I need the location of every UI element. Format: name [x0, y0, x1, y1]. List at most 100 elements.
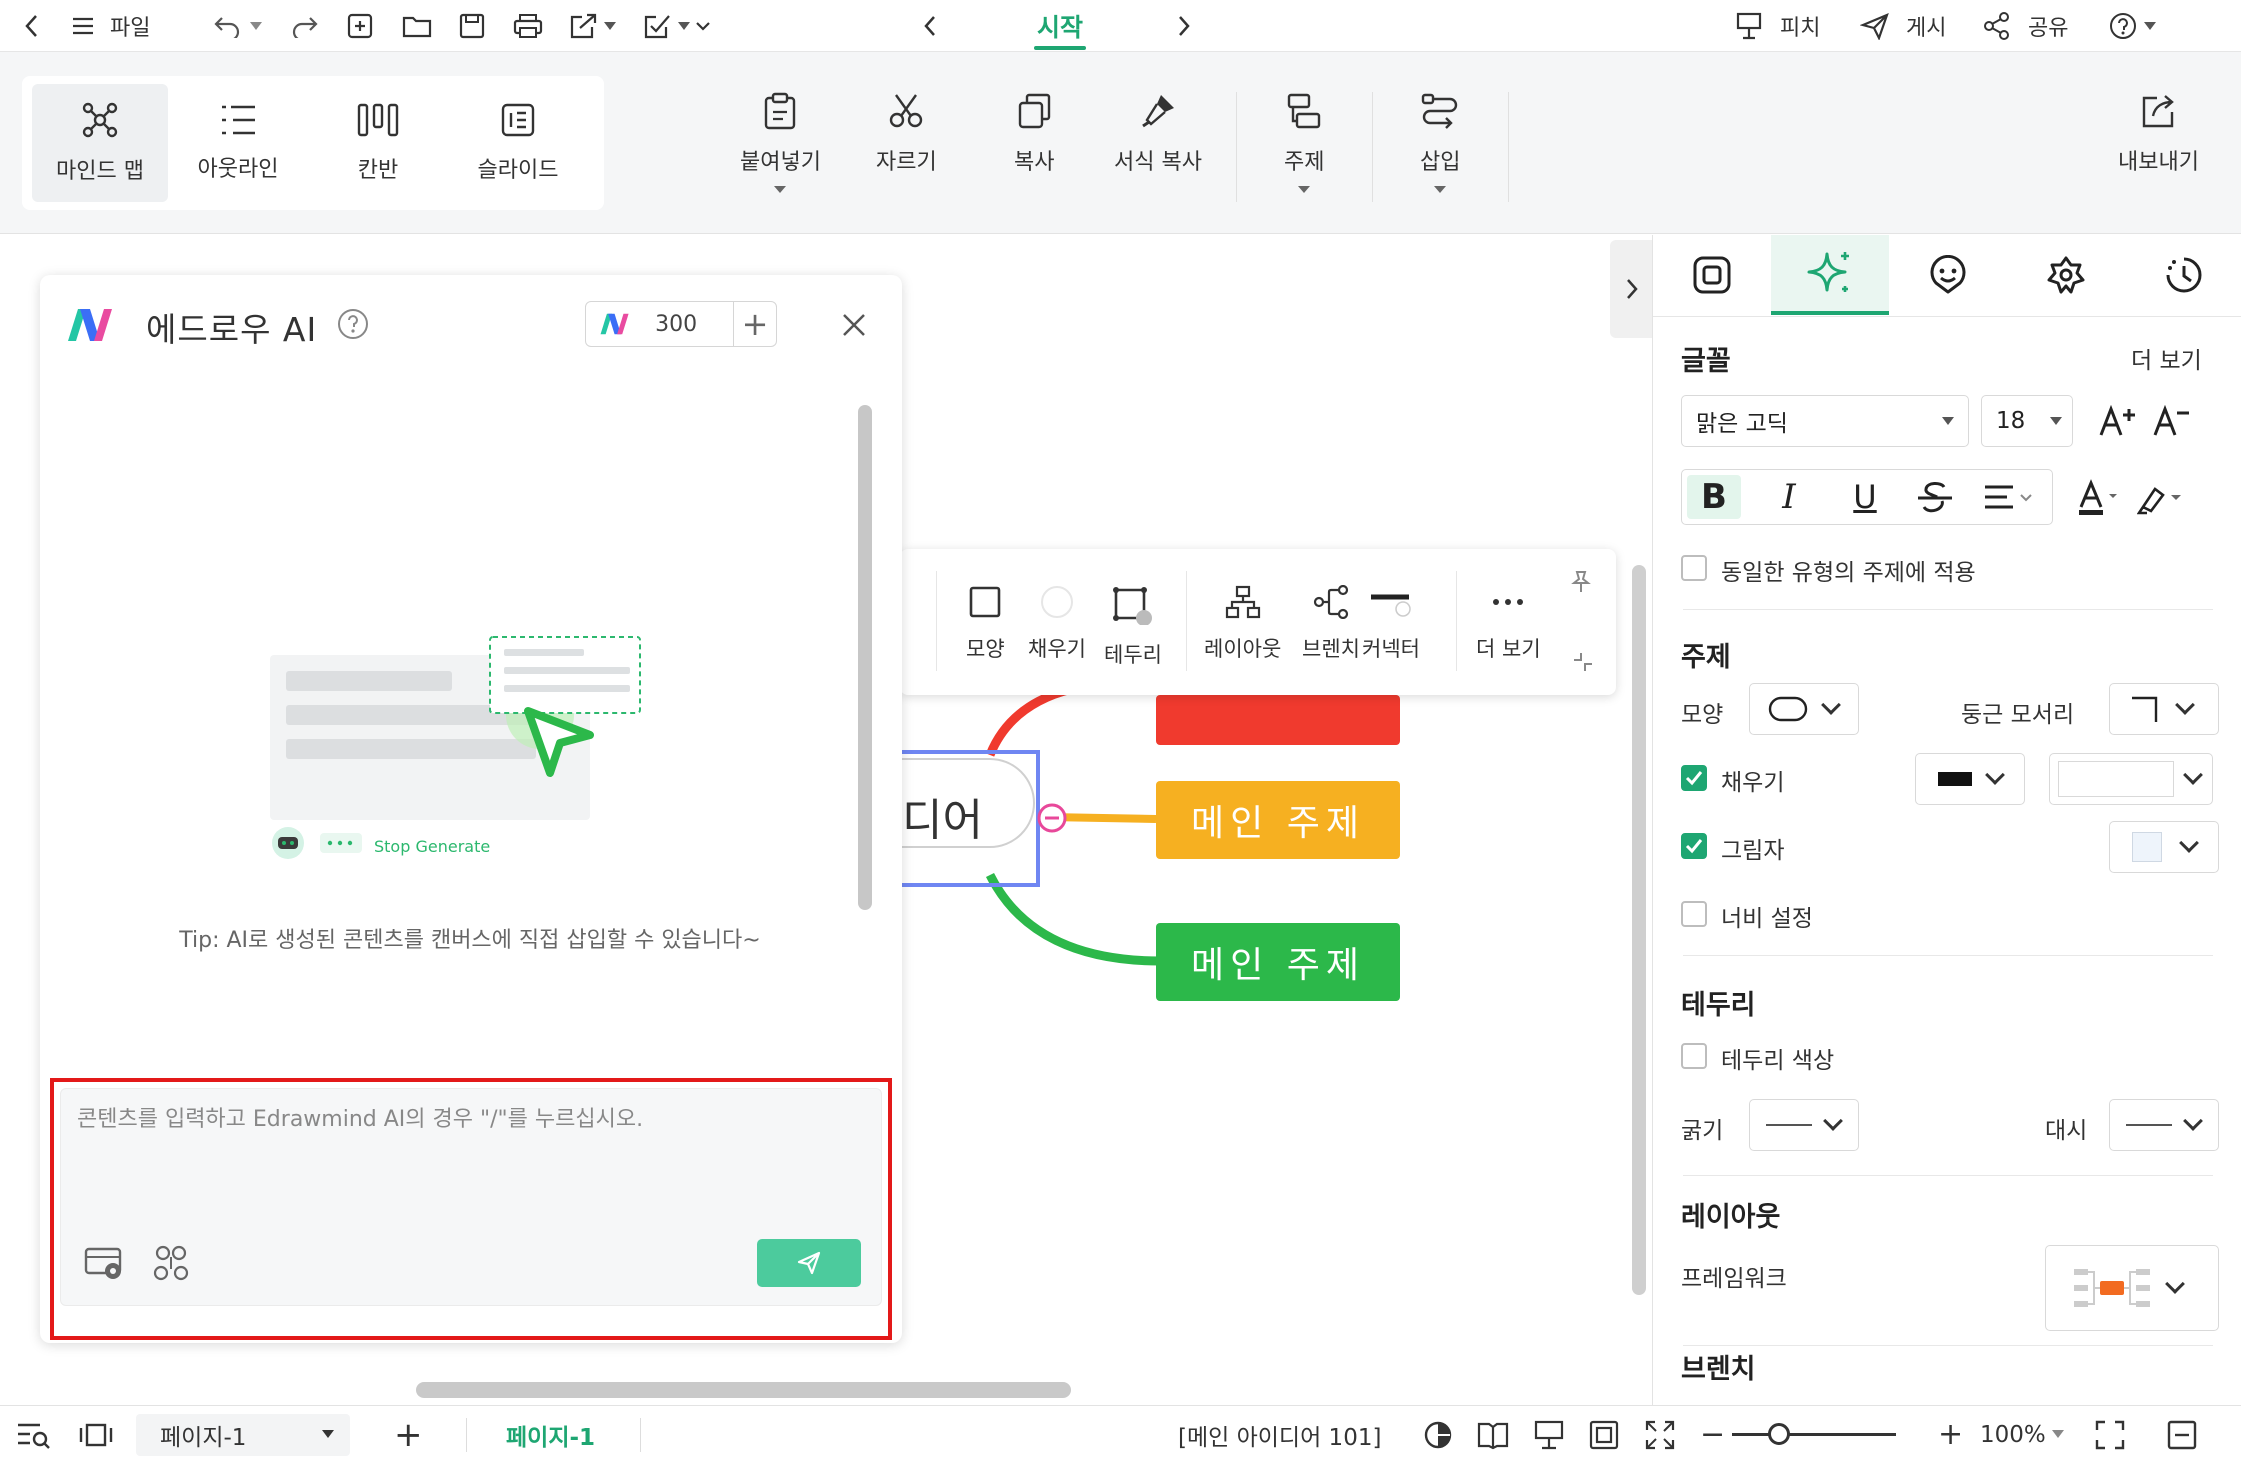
topic-green[interactable]: 메인 주제: [1156, 923, 1400, 1001]
add-credits-button[interactable]: +: [733, 302, 776, 346]
highlighter-icon[interactable]: [2137, 481, 2187, 515]
format-panel-scrollbar[interactable]: [2225, 321, 2239, 1411]
font-more-link[interactable]: 더 보기: [2131, 341, 2202, 375]
layout-button[interactable]: 레이아웃: [1204, 585, 1281, 663]
page-panel-button[interactable]: [78, 1406, 114, 1462]
new-file-button[interactable]: [346, 0, 374, 52]
fill-checkbox[interactable]: [1681, 765, 1707, 791]
more-quick-button[interactable]: [694, 0, 712, 52]
align-text-icon[interactable]: [1983, 483, 2039, 513]
cut-button[interactable]: 자르기: [876, 92, 937, 176]
save-button[interactable]: [458, 0, 486, 52]
connector-button[interactable]: 커넥터: [1362, 585, 1420, 663]
minimize-panel-button[interactable]: [2166, 1406, 2198, 1462]
prev-tab-arrow[interactable]: [920, 0, 940, 52]
export-quick-button[interactable]: [568, 0, 616, 52]
fill-color-select[interactable]: [2049, 753, 2213, 805]
view-kanban-button[interactable]: 칸반: [310, 84, 446, 202]
format-painter-button[interactable]: 서식 복사: [1114, 92, 1202, 176]
tab-page-style[interactable]: [1653, 235, 1771, 315]
view-slides-button[interactable]: 슬라이드: [450, 84, 586, 202]
framework-select[interactable]: [2045, 1245, 2219, 1331]
font-color-icon[interactable]: [2077, 479, 2121, 517]
bold-button[interactable]: B: [1687, 475, 1741, 519]
dash-select[interactable]: [2109, 1099, 2219, 1151]
next-tab-arrow[interactable]: [1174, 0, 1194, 52]
more-options-button[interactable]: 더 보기: [1476, 585, 1541, 663]
mindmap-template-icon[interactable]: [151, 1245, 193, 1283]
branch-button[interactable]: 브렌치: [1302, 585, 1360, 663]
image-upload-icon[interactable]: [83, 1245, 127, 1281]
tab-theme[interactable]: [2007, 235, 2125, 315]
fit-page-button[interactable]: [1588, 1406, 1620, 1462]
fullscreen-button[interactable]: [2094, 1406, 2126, 1462]
font-family-select[interactable]: 맑은 고딕: [1681, 395, 1969, 447]
italic-button[interactable]: I: [1767, 475, 1811, 519]
back-icon[interactable]: [22, 0, 42, 52]
border-button[interactable]: 테두리: [1104, 585, 1162, 669]
outline-toggle-button[interactable]: [16, 1406, 52, 1462]
zoom-slider-handle[interactable]: [1768, 1423, 1790, 1445]
fill-button[interactable]: 채우기: [1028, 585, 1086, 663]
paste-button[interactable]: 붙여넣기: [740, 92, 821, 193]
theme-toggle-button[interactable]: [1422, 1406, 1454, 1462]
font-size-increase-icon[interactable]: [2099, 405, 2139, 439]
ai-prompt-input[interactable]: 콘텐츠를 입력하고 Edrawmind AI의 경우 "/"를 누르십시오.: [60, 1088, 882, 1306]
view-mindmap-button[interactable]: 마인드 맵: [32, 84, 168, 202]
shadow-color-select[interactable]: [2109, 821, 2219, 873]
redo-button[interactable]: [290, 0, 318, 52]
open-folder-button[interactable]: [402, 0, 432, 52]
ai-panel-scrollbar[interactable]: [858, 405, 872, 910]
collapse-corner-icon[interactable]: [1570, 649, 1596, 675]
view-outline-button[interactable]: 아웃라인: [170, 84, 306, 202]
publish-button[interactable]: 게시: [1860, 0, 1946, 52]
topic-red[interactable]: [1156, 695, 1400, 745]
strikethrough-icon[interactable]: [1915, 479, 1955, 517]
add-page-button[interactable]: +: [394, 1406, 423, 1462]
task-button[interactable]: [642, 0, 690, 52]
close-icon[interactable]: [840, 311, 868, 339]
zoom-out-button[interactable]: −: [1700, 1406, 1725, 1462]
underline-button[interactable]: U: [1843, 475, 1887, 519]
help-icon[interactable]: [336, 307, 370, 341]
border-color-checkbox[interactable]: [1681, 1043, 1707, 1069]
ai-send-button[interactable]: [757, 1239, 861, 1287]
right-panel-collapse-button[interactable]: [1610, 240, 1654, 338]
font-size-select[interactable]: 18: [1981, 395, 2073, 447]
font-size-decrease-icon[interactable]: [2153, 405, 2193, 439]
topic-orange[interactable]: 메인 주제: [1156, 781, 1400, 859]
tab-start[interactable]: 시작: [1018, 0, 1102, 52]
zoom-level[interactable]: 100%: [1980, 1406, 2046, 1462]
fit-screen-button[interactable]: [1644, 1406, 1676, 1462]
topic-button[interactable]: 주제: [1284, 92, 1324, 193]
rounded-corner-select[interactable]: [2109, 683, 2219, 735]
thickness-select[interactable]: [1749, 1099, 1859, 1151]
export-button[interactable]: 내보내기: [2118, 92, 2199, 176]
help-button[interactable]: [2108, 0, 2156, 52]
canvas-vertical-scrollbar[interactable]: [1632, 565, 1646, 1295]
zoom-slider-track[interactable]: [1732, 1433, 1896, 1436]
tab-icons[interactable]: [1889, 235, 2007, 315]
print-button[interactable]: [512, 0, 544, 52]
share-button[interactable]: 공유: [1982, 0, 2068, 52]
insert-button[interactable]: 삽입: [1420, 92, 1460, 193]
book-view-button[interactable]: [1476, 1406, 1510, 1462]
presentation-button[interactable]: [1532, 1406, 1566, 1462]
tab-page-1[interactable]: 페이지-1: [506, 1406, 595, 1462]
shadow-checkbox[interactable]: [1681, 833, 1707, 859]
canvas-horizontal-scrollbar[interactable]: [416, 1382, 1071, 1398]
tab-history[interactable]: [2125, 235, 2241, 315]
central-topic-text[interactable]: 디어: [902, 784, 983, 848]
zoom-in-button[interactable]: +: [1938, 1406, 1963, 1462]
shape-button[interactable]: 모양: [966, 585, 1005, 663]
width-setting-checkbox[interactable]: [1681, 901, 1707, 927]
topic-shape-select[interactable]: [1749, 683, 1859, 735]
file-menu[interactable]: 파일: [72, 0, 150, 52]
pitch-button[interactable]: 피치: [1734, 0, 1820, 52]
undo-button[interactable]: [214, 0, 262, 52]
apply-same-type-checkbox[interactable]: [1681, 555, 1707, 581]
fill-type-select[interactable]: [1915, 753, 2025, 805]
copy-button[interactable]: 복사: [1014, 92, 1054, 176]
pin-icon[interactable]: [1568, 569, 1594, 595]
tab-style[interactable]: [1771, 235, 1889, 315]
